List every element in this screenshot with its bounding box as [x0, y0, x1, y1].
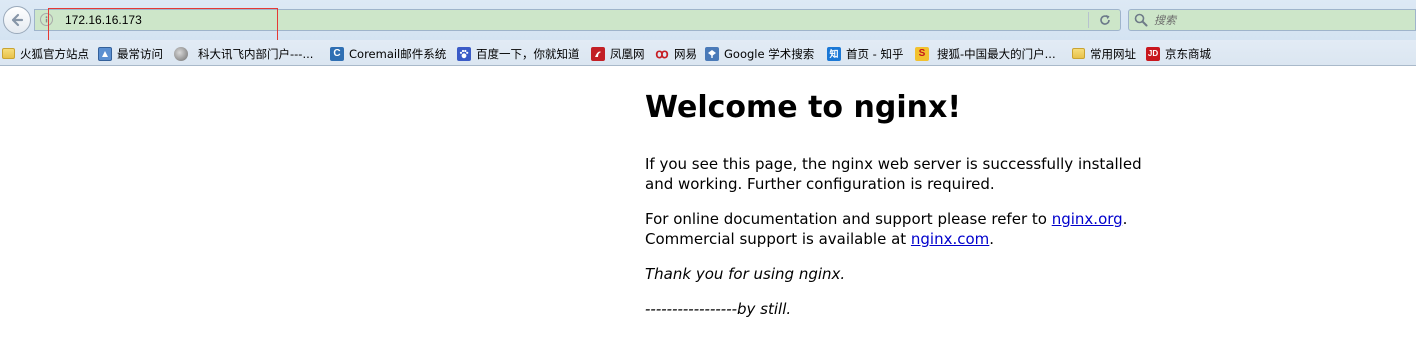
- url-highlight-annotation: [48, 8, 278, 41]
- bookmark-label: Google 学术搜索: [724, 46, 815, 61]
- bookmark-baidu[interactable]: 百度一下，你就知道: [457, 45, 580, 62]
- netease-icon: ꝏ: [655, 45, 669, 61]
- bookmark-coremail[interactable]: C Coremail邮件系统: [330, 45, 446, 62]
- thanks-text: Thank you for using nginx.: [645, 265, 846, 283]
- jd-icon: JD: [1146, 46, 1160, 61]
- ifeng-icon: [591, 46, 605, 61]
- search-input[interactable]: [1154, 12, 1404, 28]
- bookmark-sohu[interactable]: S 搜狐-中国最大的门户...: [915, 45, 1056, 62]
- bookmark-label: 百度一下，你就知道: [476, 46, 580, 61]
- bookmark-iflytek-portal[interactable]: 科大讯飞内部门户---...: [174, 45, 313, 62]
- zhihu-icon: 知: [827, 46, 841, 61]
- navigation-toolbar: 172.16.16.173: [0, 0, 1416, 41]
- bookmark-google-scholar[interactable]: Google 学术搜索: [705, 45, 814, 62]
- bookmark-most-visited[interactable]: 最常访问: [98, 45, 163, 62]
- search-bar[interactable]: [1128, 9, 1416, 31]
- bookmark-label: 最常访问: [117, 46, 163, 61]
- search-icon: [1134, 13, 1148, 27]
- bookmark-zhihu[interactable]: 知 首页 - 知乎: [827, 45, 903, 62]
- thanks-message: Thank you for using nginx.: [645, 264, 1165, 284]
- bookmark-label: 常用网址: [1090, 46, 1136, 61]
- page-title: Welcome to nginx!: [645, 90, 961, 125]
- reload-button[interactable]: [1096, 12, 1114, 28]
- url-divider: [1088, 12, 1089, 28]
- folder-icon: [2, 48, 15, 59]
- reload-icon: [1100, 15, 1110, 25]
- bookmark-common-sites[interactable]: 常用网址: [1072, 45, 1136, 62]
- bookmark-ifeng[interactable]: 凤凰网: [591, 45, 645, 62]
- folder-icon: [1072, 48, 1085, 59]
- bookmark-label: 网易: [674, 46, 697, 61]
- bookmark-netease[interactable]: ꝏ 网易: [655, 45, 697, 62]
- back-button[interactable]: [3, 6, 31, 34]
- bookmark-label: 首页 - 知乎: [846, 46, 904, 61]
- globe-icon: [174, 46, 188, 61]
- nginx-com-link[interactable]: nginx.com: [911, 230, 989, 248]
- coremail-icon: C: [330, 46, 344, 61]
- bookmark-label: 科大讯飞内部门户---...: [198, 46, 314, 61]
- most-visited-icon: [98, 46, 112, 61]
- bookmark-label: 搜狐-中国最大的门户...: [937, 46, 1056, 61]
- bookmark-firefox-official[interactable]: 火狐官方站点: [2, 45, 89, 62]
- docs-text: For online documentation and support ple…: [645, 210, 1052, 228]
- bookmark-label: Coremail邮件系统: [349, 46, 447, 61]
- bookmark-label: 凤凰网: [610, 46, 645, 61]
- signature: -----------------by still.: [645, 299, 1165, 319]
- signature-text: -----------------by still.: [645, 300, 792, 318]
- page-content: Welcome to nginx! If you see this page, …: [645, 88, 1165, 334]
- nginx-org-link[interactable]: nginx.org: [1052, 210, 1123, 228]
- bookmark-jd[interactable]: JD 京东商城: [1146, 45, 1211, 62]
- baidu-paw-icon: [457, 46, 471, 61]
- bookmark-label: 京东商城: [1165, 46, 1211, 61]
- bookmark-label: 火狐官方站点: [20, 46, 89, 61]
- documentation-message: For online documentation and support ple…: [645, 209, 1165, 249]
- arrow-left-icon: [11, 13, 24, 27]
- docs-text-suffix: .: [989, 230, 995, 248]
- bookmarks-toolbar: 火狐官方站点 最常访问 科大讯飞内部门户---... C Coremail邮件系…: [0, 40, 1416, 66]
- sohu-icon: S: [915, 46, 929, 61]
- google-scholar-icon: [705, 46, 719, 61]
- install-message: If you see this page, the nginx web serv…: [645, 155, 1142, 193]
